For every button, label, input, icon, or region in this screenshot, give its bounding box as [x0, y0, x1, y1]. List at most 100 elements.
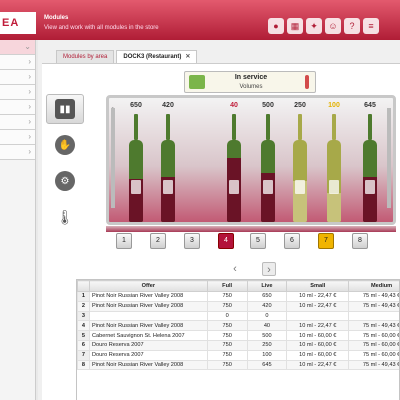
table-cell: 5	[77, 330, 90, 341]
position-button-2[interactable]: 2	[150, 233, 166, 249]
sidebar-item-3[interactable]: ›	[0, 85, 35, 100]
table-cell	[88, 310, 208, 322]
sidebar-item-2[interactable]: ›	[0, 70, 35, 85]
page-subtitle: View and work with all modules in the st…	[44, 25, 159, 31]
bottle-slot[interactable]: 645	[357, 102, 383, 222]
table-row[interactable]: 3 00	[77, 310, 399, 322]
tab-modules-by-area[interactable]: Modules by area	[56, 50, 115, 63]
column-header[interactable]: Small	[286, 280, 350, 292]
maintenance-icon: ⚙	[55, 171, 75, 191]
bottle-slot[interactable]: 250	[287, 102, 313, 222]
position-button-4[interactable]: 4	[218, 233, 234, 249]
position-button-1[interactable]: 1	[116, 233, 132, 249]
chevron-icon: ›	[28, 102, 31, 111]
position-button-6[interactable]: 6	[284, 233, 300, 249]
position-button-3[interactable]: 3	[184, 233, 200, 249]
status-panel: In service Volumes	[184, 71, 316, 93]
rail	[387, 108, 391, 208]
column-header[interactable]	[77, 280, 90, 292]
module-tools: ▮▮ ✋ ⚙ 🌡	[46, 94, 86, 238]
bottle-label	[263, 180, 273, 194]
table-cell: 100	[246, 349, 288, 361]
slot-volume: 100	[328, 102, 340, 109]
table-cell	[286, 310, 350, 322]
table-row[interactable]: 1 Pinot Noir Russian River Valley 2008 750…	[77, 291, 399, 302]
table-header-row: Offer Full Live Small Medium	[77, 280, 399, 292]
table-cell: 75 ml - 49,43 €	[348, 300, 399, 312]
sidebar-item-0[interactable]: ⌄	[0, 40, 35, 55]
sidebar-item-6[interactable]: ›	[0, 130, 35, 145]
users-icon[interactable]: ☺	[325, 18, 341, 34]
bottle-slot[interactable]: 500	[255, 102, 281, 222]
help-icon[interactable]: ?	[344, 18, 360, 34]
bottle-body	[161, 140, 175, 222]
bottle-slot[interactable]: 40	[221, 102, 247, 222]
chevron-icon: ›	[28, 147, 31, 156]
chevron-icon: ›	[28, 72, 31, 81]
column-header[interactable]: Live	[246, 280, 288, 292]
bottle-neck	[298, 114, 302, 140]
table-cell: Pinot Noir Russian River Valley 2008	[88, 359, 208, 371]
table-row[interactable]: 2 Pinot Noir Russian River Valley 2008 750…	[77, 300, 399, 312]
sidebar-item-1[interactable]: ›	[0, 55, 35, 70]
position-button-5[interactable]: 5	[250, 233, 266, 249]
tab-dock3[interactable]: DOCK3 (Restaurant) ✕	[116, 50, 198, 63]
table-cell: 250	[246, 339, 288, 351]
grid-icon[interactable]: ▦	[287, 18, 303, 34]
bottle-slot[interactable]: 650	[123, 102, 149, 222]
bottle-slot[interactable]	[189, 102, 215, 222]
table-row[interactable]: 8 Pinot Noir Russian River Valley 2008 750…	[77, 359, 399, 371]
table-row[interactable]: 6 Douro Reserva 2007 750 250 10 ml - 60,00 €…	[77, 339, 399, 351]
pager: ‹ ›	[228, 262, 278, 276]
bottle-slot[interactable]: 100	[321, 102, 347, 222]
table-cell: 750	[206, 291, 248, 302]
bottle-neck	[166, 114, 170, 140]
column-header[interactable]: Full	[206, 280, 248, 292]
next-arrow-icon[interactable]: ›	[262, 262, 276, 276]
bottle-label	[163, 180, 173, 194]
previous-arrow-icon[interactable]: ‹	[228, 262, 242, 276]
thermometer-icon	[305, 75, 309, 89]
table-cell: 645	[246, 359, 288, 371]
table-cell: 750	[206, 300, 248, 312]
table-row[interactable]: 7 Douro Reserva 2007 750 100 10 ml - 60,00 €…	[77, 349, 399, 361]
table-cell: 3	[77, 310, 90, 322]
column-header[interactable]: Medium	[348, 280, 399, 292]
sidebar-item-5[interactable]: ›	[0, 115, 35, 130]
dispense-tool[interactable]: ✋	[46, 130, 84, 160]
bottle-neck	[134, 114, 138, 140]
list-icon[interactable]: ≡	[363, 18, 379, 34]
table-cell: 650	[246, 291, 288, 302]
record-icon[interactable]: ●	[268, 18, 284, 34]
table-cell: 500	[246, 330, 288, 341]
sidebar-item-7[interactable]: ›	[0, 145, 35, 160]
bottle-body	[327, 140, 341, 222]
table-cell: 4	[77, 320, 90, 332]
table-row[interactable]: 5 Cabernet Sauvignon St. Helena 2007 750 50…	[77, 330, 399, 341]
sidebar-item-4[interactable]: ›	[0, 100, 35, 115]
column-header[interactable]: Offer	[88, 280, 208, 292]
slot-volume: 40	[230, 102, 238, 109]
table-cell: 10 ml - 22,47 €	[286, 300, 350, 312]
bottle-slot[interactable]: 420	[155, 102, 181, 222]
position-button-7[interactable]: 7	[318, 233, 334, 249]
brand-logo: EA	[0, 12, 36, 34]
table-cell: Pinot Noir Russian River Valley 2008	[88, 291, 208, 302]
bulb-icon[interactable]: ✦	[306, 18, 322, 34]
table-row[interactable]: 4 Pinot Noir Russian River Valley 2008 750…	[77, 320, 399, 332]
close-icon[interactable]: ✕	[185, 54, 190, 60]
bottles-tool[interactable]: ▮▮	[46, 94, 84, 124]
dispense-icon: ✋	[55, 135, 75, 155]
table-cell: Douro Reserva 2007	[88, 339, 208, 351]
bottle-body	[293, 140, 307, 222]
table-cell: 750	[206, 339, 248, 351]
bottle-body	[129, 140, 143, 222]
maintenance-tool[interactable]: ⚙	[46, 166, 84, 196]
position-button-8[interactable]: 8	[352, 233, 368, 249]
wine-bottle	[261, 114, 275, 222]
temperature-tool[interactable]: 🌡	[46, 202, 84, 232]
chevron-icon: ›	[28, 132, 31, 141]
module-content: ▮▮ ✋ ⚙ 🌡 In service Volumes 0 6504204050…	[42, 63, 400, 400]
bottle-neck	[332, 114, 336, 140]
thermometer-icon: 🌡	[56, 208, 74, 225]
